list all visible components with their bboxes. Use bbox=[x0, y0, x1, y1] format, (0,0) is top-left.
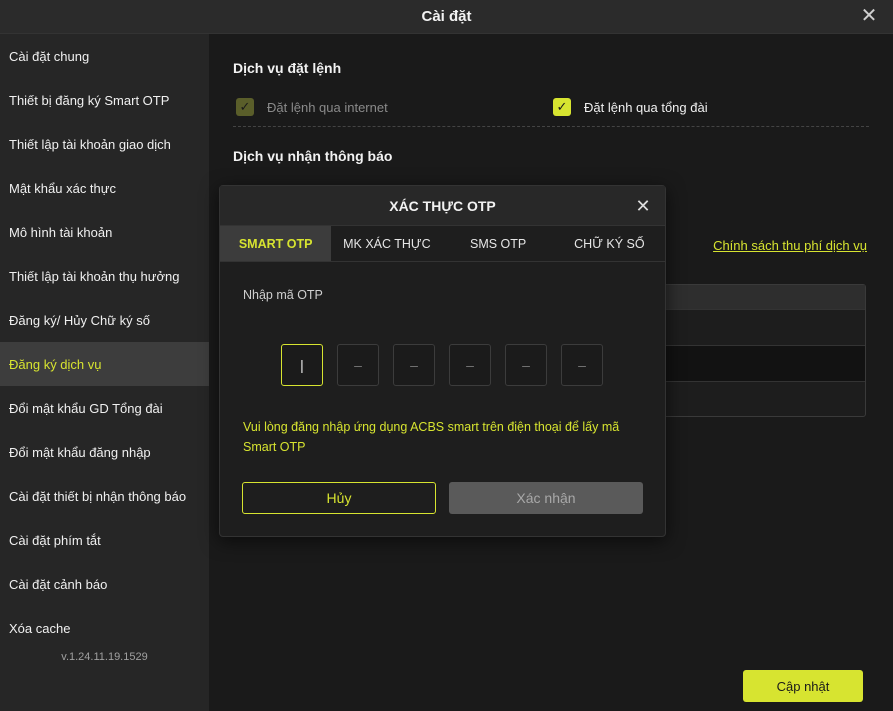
close-icon[interactable]: ✕ bbox=[633, 196, 653, 216]
sidebar-item-notification-device[interactable]: Cài đặt thiết bị nhận thông báo bbox=[0, 474, 209, 518]
close-icon[interactable]: ✕ bbox=[859, 6, 879, 26]
otp-modal: XÁC THỰC OTP ✕ SMART OTP MK XÁC THỰC SMS… bbox=[219, 185, 666, 537]
otp-digit-input[interactable]: – bbox=[449, 344, 491, 386]
otp-label: Nhập mã OTP bbox=[243, 288, 323, 302]
sidebar-item-label: Đăng ký dịch vụ bbox=[9, 356, 102, 372]
sidebar-item-label: Cài đặt phím tắt bbox=[9, 532, 101, 548]
sidebar-item-label: Cài đặt cảnh báo bbox=[9, 576, 108, 592]
tab-auth-password[interactable]: MK XÁC THỰC bbox=[331, 226, 442, 261]
sidebar: Cài đặt chung Thiết bị đăng ký Smart OTP… bbox=[0, 34, 209, 711]
table-row[interactable] bbox=[656, 345, 865, 381]
sidebar-item-label: Thiết bị đăng ký Smart OTP bbox=[9, 92, 170, 108]
checkbox-checked-icon[interactable]: ✓ bbox=[236, 98, 254, 116]
sidebar-item-label: Đổi mật khẩu đăng nhập bbox=[9, 444, 151, 460]
sidebar-item-smart-otp-device[interactable]: Thiết bị đăng ký Smart OTP bbox=[0, 78, 209, 122]
sidebar-item-general[interactable]: Cài đặt chung bbox=[0, 34, 209, 78]
divider bbox=[233, 126, 869, 127]
sidebar-item-service-registration[interactable]: Đăng ký dịch vụ bbox=[0, 342, 209, 386]
sidebar-item-label: Đổi mật khẩu GD Tổng đài bbox=[9, 400, 163, 416]
option-label: Đặt lệnh qua internet bbox=[267, 99, 388, 115]
sidebar-item-account-model[interactable]: Mô hình tài khoản bbox=[0, 210, 209, 254]
update-button[interactable]: Cập nhật bbox=[743, 670, 863, 702]
otp-hint-text: Vui lòng đăng nhập ứng dụng ACBS smart t… bbox=[243, 420, 620, 454]
fee-policy-link[interactable]: Chính sách thu phí dịch vụ bbox=[713, 238, 867, 253]
sidebar-item-label: Mô hình tài khoản bbox=[9, 224, 113, 240]
sidebar-item-label: Thiết lập tài khoản giao dịch bbox=[9, 136, 171, 152]
sidebar-item-login-password[interactable]: Đổi mật khẩu đăng nhập bbox=[0, 430, 209, 474]
modal-title: XÁC THỰC OTP bbox=[389, 197, 496, 214]
option-label: Đặt lệnh qua tổng đài bbox=[584, 99, 708, 115]
sidebar-item-clear-cache[interactable]: Xóa cache bbox=[0, 606, 209, 650]
confirm-button[interactable]: Xác nhận bbox=[449, 482, 643, 514]
sidebar-item-label: Thiết lập tài khoản thụ hưởng bbox=[9, 268, 180, 284]
otp-digit-input[interactable]: – bbox=[393, 344, 435, 386]
otp-tabs: SMART OTP MK XÁC THỰC SMS OTP CHỮ KÝ SỐ bbox=[220, 226, 665, 262]
otp-digit-input[interactable]: | bbox=[281, 344, 323, 386]
window-title: Cài đặt bbox=[421, 8, 472, 25]
service-table bbox=[655, 284, 866, 417]
sidebar-item-label: Xóa cache bbox=[9, 620, 71, 636]
option-callcenter-order[interactable]: ✓ Đặt lệnh qua tổng đài bbox=[553, 98, 708, 116]
otp-digit-input[interactable]: – bbox=[561, 344, 603, 386]
sidebar-item-auth-password[interactable]: Mật khẩu xác thực bbox=[0, 166, 209, 210]
table-row[interactable] bbox=[656, 309, 865, 345]
otp-input-group: | – – – – – bbox=[281, 344, 603, 386]
otp-digit-input[interactable]: – bbox=[505, 344, 547, 386]
sidebar-item-alerts[interactable]: Cài đặt cảnh báo bbox=[0, 562, 209, 606]
checkbox-checked-icon[interactable]: ✓ bbox=[553, 98, 571, 116]
tab-digital-signature[interactable]: CHỮ KÝ SỐ bbox=[554, 226, 665, 261]
window-titlebar: Cài đặt ✕ bbox=[0, 0, 893, 34]
cancel-button[interactable]: Hủy bbox=[242, 482, 436, 514]
version-label: v.1.24.11.19.1529 bbox=[61, 651, 148, 663]
order-service-title: Dịch vụ đặt lệnh bbox=[233, 60, 342, 76]
table-row[interactable] bbox=[656, 381, 865, 417]
sidebar-item-label: Mật khẩu xác thực bbox=[9, 180, 116, 196]
tab-sms-otp[interactable]: SMS OTP bbox=[443, 226, 554, 261]
sidebar-item-trading-account[interactable]: Thiết lập tài khoản giao dịch bbox=[0, 122, 209, 166]
sidebar-item-beneficiary[interactable]: Thiết lập tài khoản thụ hưởng bbox=[0, 254, 209, 298]
sidebar-item-digital-signature[interactable]: Đăng ký/ Hủy Chữ ký số bbox=[0, 298, 209, 342]
option-internet-order[interactable]: ✓ Đặt lệnh qua internet bbox=[236, 98, 388, 116]
notify-service-title: Dịch vụ nhận thông báo bbox=[233, 148, 393, 164]
sidebar-item-shortcuts[interactable]: Cài đặt phím tắt bbox=[0, 518, 209, 562]
table-header bbox=[656, 285, 865, 309]
otp-digit-input[interactable]: – bbox=[337, 344, 379, 386]
sidebar-item-label: Cài đặt chung bbox=[9, 48, 90, 64]
sidebar-item-label: Cài đặt thiết bị nhận thông báo bbox=[9, 488, 187, 504]
tab-smart-otp[interactable]: SMART OTP bbox=[220, 226, 332, 261]
sidebar-item-label: Đăng ký/ Hủy Chữ ký số bbox=[9, 312, 150, 328]
sidebar-item-callcenter-password[interactable]: Đổi mật khẩu GD Tổng đài bbox=[0, 386, 209, 430]
modal-header: XÁC THỰC OTP ✕ bbox=[220, 186, 665, 226]
